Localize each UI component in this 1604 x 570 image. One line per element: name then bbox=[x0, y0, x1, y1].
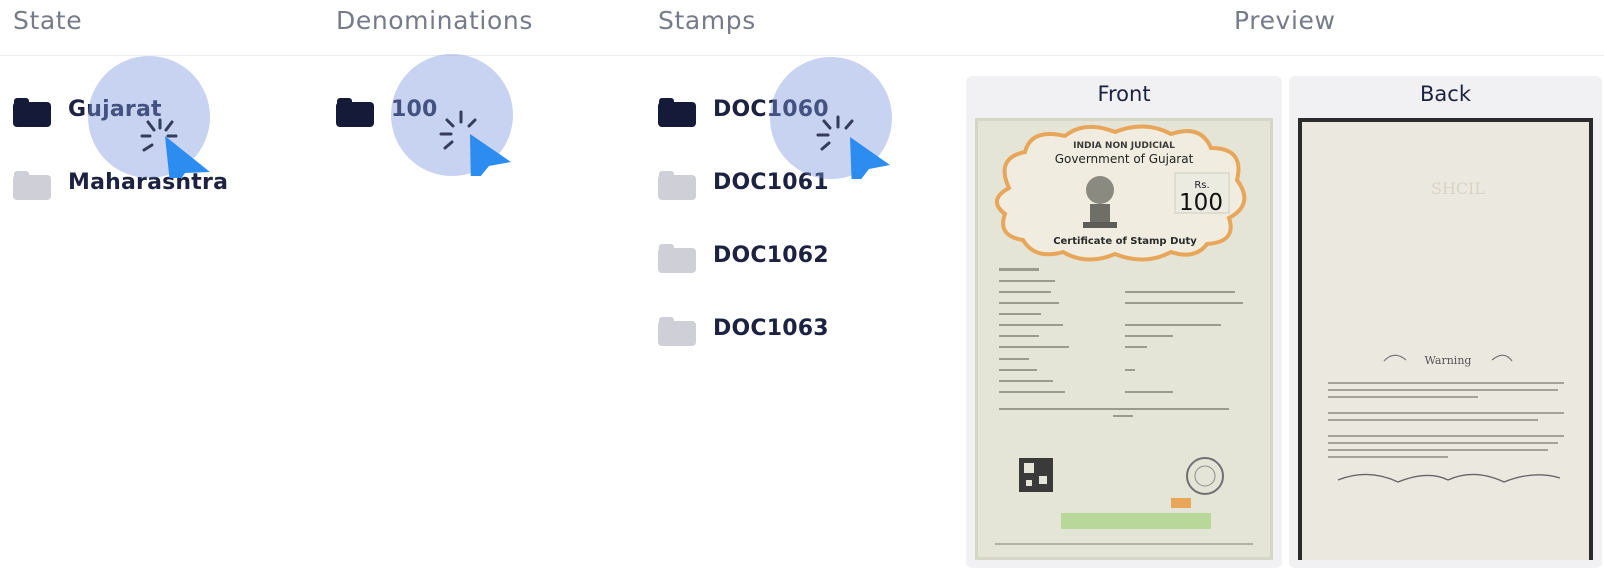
back-doc-warning: Warning bbox=[1425, 354, 1472, 367]
back-label: Back bbox=[1420, 82, 1471, 106]
state-item-maharashtra[interactable]: Maharashtra bbox=[13, 165, 253, 205]
front-doc-subtitle: Certificate of Stamp Duty bbox=[1053, 236, 1197, 247]
back-doc-watermark: SHCIL bbox=[1431, 179, 1485, 198]
denomination-label: 100 bbox=[391, 97, 438, 122]
denominations-column-title: Denominations bbox=[336, 6, 533, 35]
stamp-label: DOC1063 bbox=[713, 316, 829, 341]
preview-front-card: Front INDIA NON JUDICIAL Government of G… bbox=[966, 76, 1282, 568]
front-stamp-image: INDIA NON JUDICIAL Government of Gujarat… bbox=[975, 118, 1273, 560]
folder-icon bbox=[658, 171, 696, 200]
column-header-bar: State Denominations Stamps Preview bbox=[0, 0, 1604, 56]
front-label: Front bbox=[1097, 82, 1151, 106]
stamp-label: DOC1062 bbox=[713, 243, 829, 268]
preview-back-card: Back SHCIL Warning bbox=[1289, 76, 1602, 568]
folder-icon bbox=[13, 98, 51, 127]
stamp-item-doc1061[interactable]: DOC1061 bbox=[658, 165, 898, 205]
folder-icon bbox=[336, 98, 374, 127]
stamp-item-doc1063[interactable]: DOC1063 bbox=[658, 311, 898, 351]
stamp-item-doc1060[interactable]: DOC1060 bbox=[658, 92, 898, 132]
state-item-gujarat[interactable]: Gujarat bbox=[13, 92, 253, 132]
stamps-column-title: Stamps bbox=[658, 6, 756, 35]
stamp-label: DOC1060 bbox=[713, 97, 829, 122]
front-doc-amount: 100 bbox=[1179, 190, 1223, 216]
state-label: Maharashtra bbox=[68, 170, 229, 195]
folder-icon bbox=[658, 317, 696, 346]
folder-icon bbox=[13, 171, 51, 200]
cursor-arrow-icon bbox=[470, 134, 511, 176]
stamp-item-doc1062[interactable]: DOC1062 bbox=[658, 238, 898, 278]
state-label: Gujarat bbox=[68, 97, 162, 122]
preview-column-title: Preview bbox=[1234, 6, 1336, 35]
folder-icon bbox=[658, 98, 696, 127]
denomination-item-100[interactable]: 100 bbox=[336, 92, 576, 132]
stamp-label: DOC1061 bbox=[713, 170, 829, 195]
folder-icon bbox=[658, 244, 696, 273]
back-stamp-image: SHCIL Warning bbox=[1298, 118, 1593, 560]
front-doc-line1: INDIA NON JUDICIAL bbox=[1073, 141, 1175, 151]
state-column-title: State bbox=[13, 6, 83, 35]
front-doc-line2: Government of Gujarat bbox=[1055, 152, 1194, 166]
